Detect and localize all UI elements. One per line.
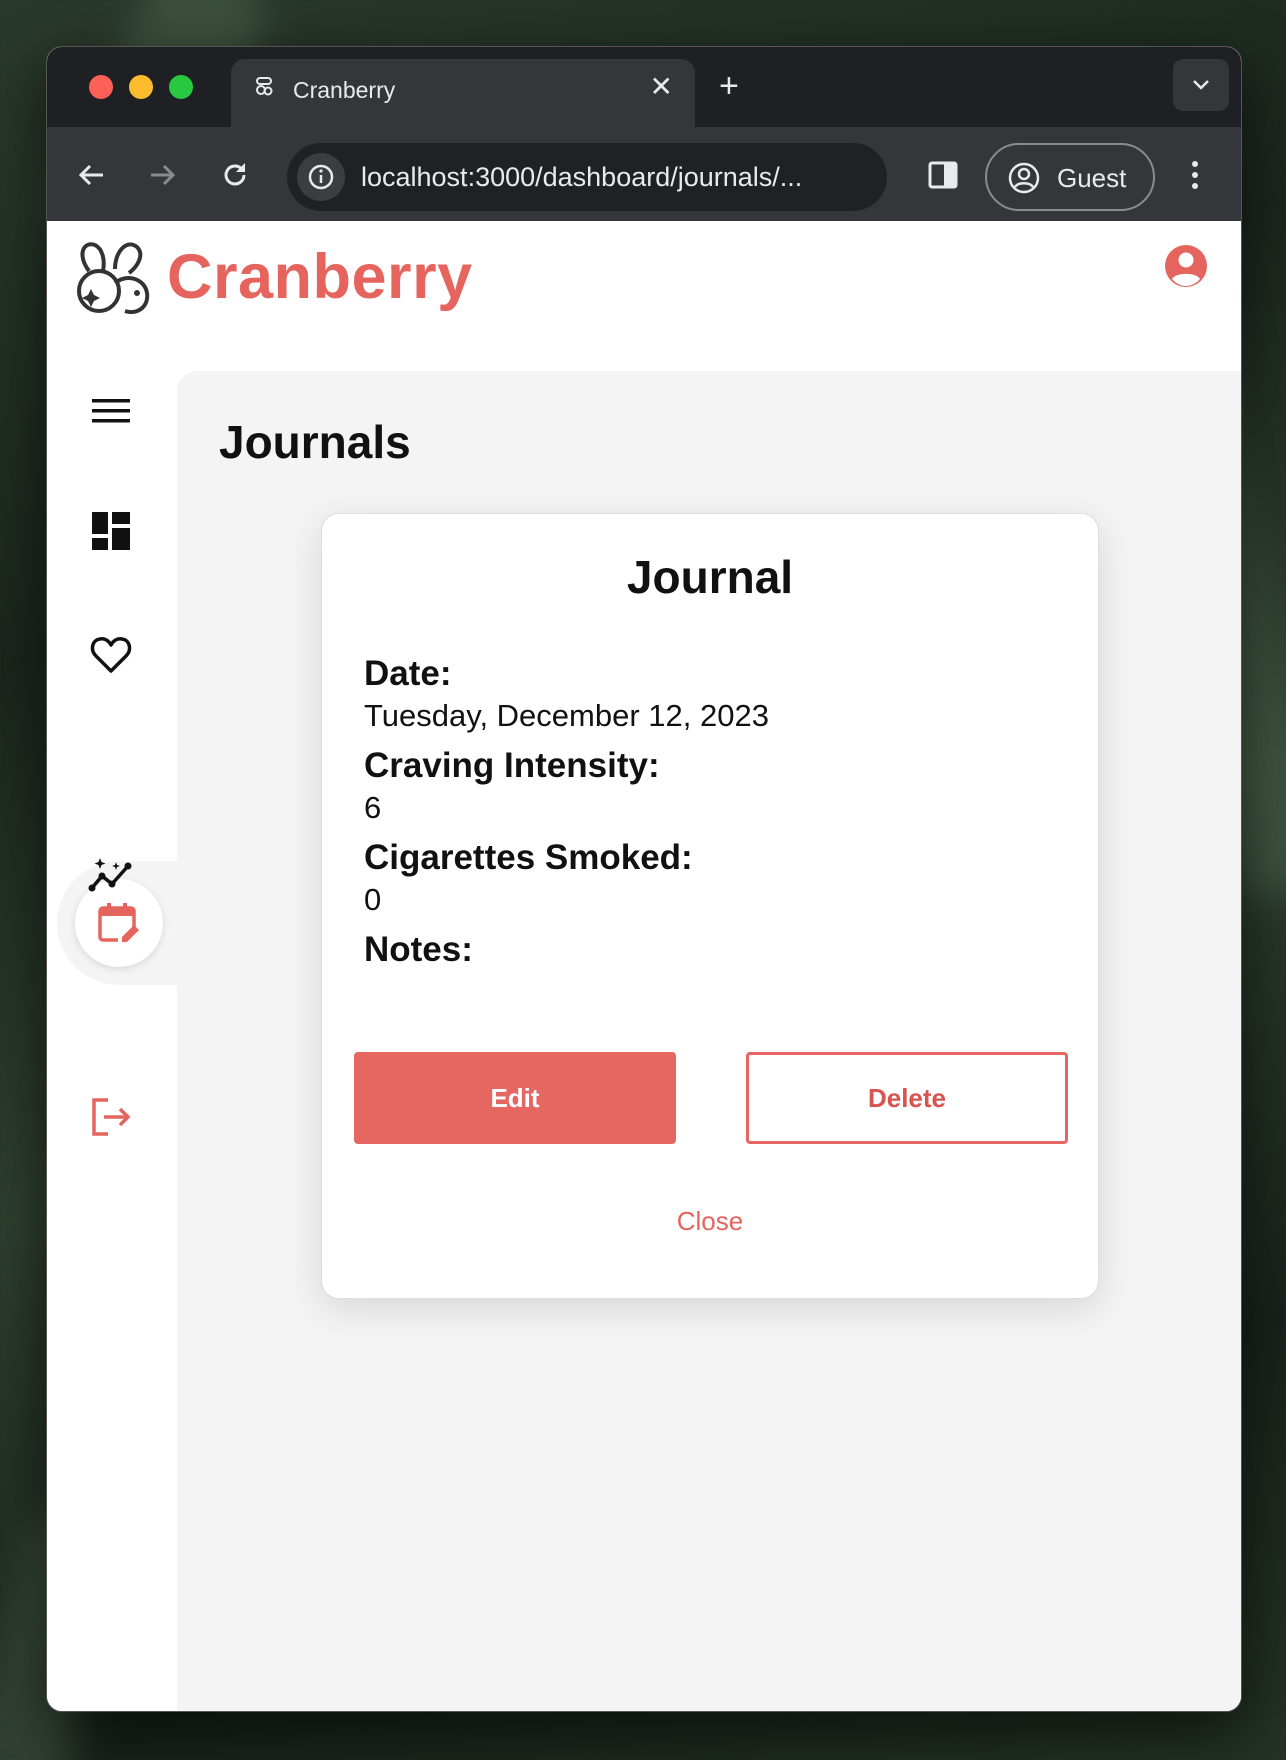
- side-panel-icon: [928, 161, 958, 189]
- date-value: Tuesday, December 12, 2023: [364, 698, 769, 733]
- dashboard-icon: [92, 512, 130, 550]
- bunny-logo-icon: [77, 242, 150, 314]
- cigarettes-smoked-value: 0: [364, 882, 382, 917]
- sidebar-item-logout[interactable]: [81, 1087, 141, 1147]
- address-bar[interactable]: localhost:3000/dashboard/journals/...: [287, 143, 887, 211]
- calendar-edit-icon: [98, 903, 140, 944]
- sidebar-nav: [47, 371, 181, 1711]
- sidebar-item-insights[interactable]: [81, 845, 141, 905]
- back-button[interactable]: [71, 155, 111, 195]
- craving-intensity-value: 6: [364, 790, 382, 825]
- insights-icon: [88, 858, 132, 892]
- profile-button[interactable]: Guest: [985, 143, 1155, 211]
- cigarettes-smoked-label: Cigarettes Smoked:: [364, 838, 693, 877]
- tab-strip: Cranberry ✕ +: [47, 47, 1241, 127]
- browser-toolbar: localhost:3000/dashboard/journals/... Gu…: [47, 127, 1241, 221]
- favicon-icon: [253, 75, 275, 99]
- side-panel-button[interactable]: [923, 155, 963, 195]
- notes-label: Notes:: [364, 930, 473, 969]
- profile-label: Guest: [1057, 163, 1127, 193]
- chevron-down-icon: [1193, 80, 1209, 90]
- date-label: Date:: [364, 654, 452, 693]
- modal-title: Journal: [626, 551, 794, 603]
- site-info-icon[interactable]: [297, 153, 345, 201]
- tab-close-icon[interactable]: ✕: [650, 73, 673, 101]
- page-title: Journals: [219, 416, 411, 468]
- tab-search-button[interactable]: [1173, 59, 1229, 111]
- arrow-right-icon: [151, 164, 176, 186]
- craving-intensity-label: Craving Intensity:: [364, 746, 660, 785]
- brand-name[interactable]: Cranberry: [167, 241, 473, 313]
- sidebar-item-menu[interactable]: [81, 381, 141, 441]
- heart-icon: [90, 637, 132, 673]
- account-circle-icon: [1008, 162, 1040, 194]
- tab-title: Cranberry: [293, 77, 396, 103]
- edit-button[interactable]: Edit: [354, 1052, 676, 1144]
- reload-button[interactable]: [215, 155, 255, 195]
- browser-menu-button[interactable]: [1177, 155, 1213, 195]
- logout-icon: [92, 1098, 131, 1136]
- menu-icon: [92, 399, 130, 423]
- arrow-left-icon: [78, 164, 103, 186]
- close-button[interactable]: Close: [322, 1206, 1098, 1237]
- tab-cranberry[interactable]: Cranberry ✕: [231, 59, 695, 127]
- browser-window: Cranberry ✕ + localhost:3000/dashboard/j…: [46, 46, 1242, 1712]
- user-account-icon[interactable]: [1163, 243, 1209, 289]
- sidebar-item-dashboard[interactable]: [81, 501, 141, 561]
- close-window-button[interactable]: [89, 75, 113, 99]
- minimize-window-button[interactable]: [129, 75, 153, 99]
- maximize-window-button[interactable]: [169, 75, 193, 99]
- reload-icon: [224, 163, 246, 186]
- more-vert-icon: [1192, 161, 1198, 189]
- url-text: localhost:3000/dashboard/journals/...: [361, 162, 803, 192]
- new-tab-button[interactable]: +: [719, 69, 739, 103]
- sidebar-item-health[interactable]: [81, 625, 141, 685]
- journal-modal: Journal Date: Tuesday, December 12, 2023…: [321, 513, 1099, 1299]
- app-page: Cranberry Journals Journal Date: Tuesday…: [47, 221, 1241, 1711]
- main-content: Journals Journal Date: Tuesday, December…: [177, 371, 1241, 1711]
- delete-button[interactable]: Delete: [746, 1052, 1068, 1144]
- forward-button[interactable]: [143, 155, 183, 195]
